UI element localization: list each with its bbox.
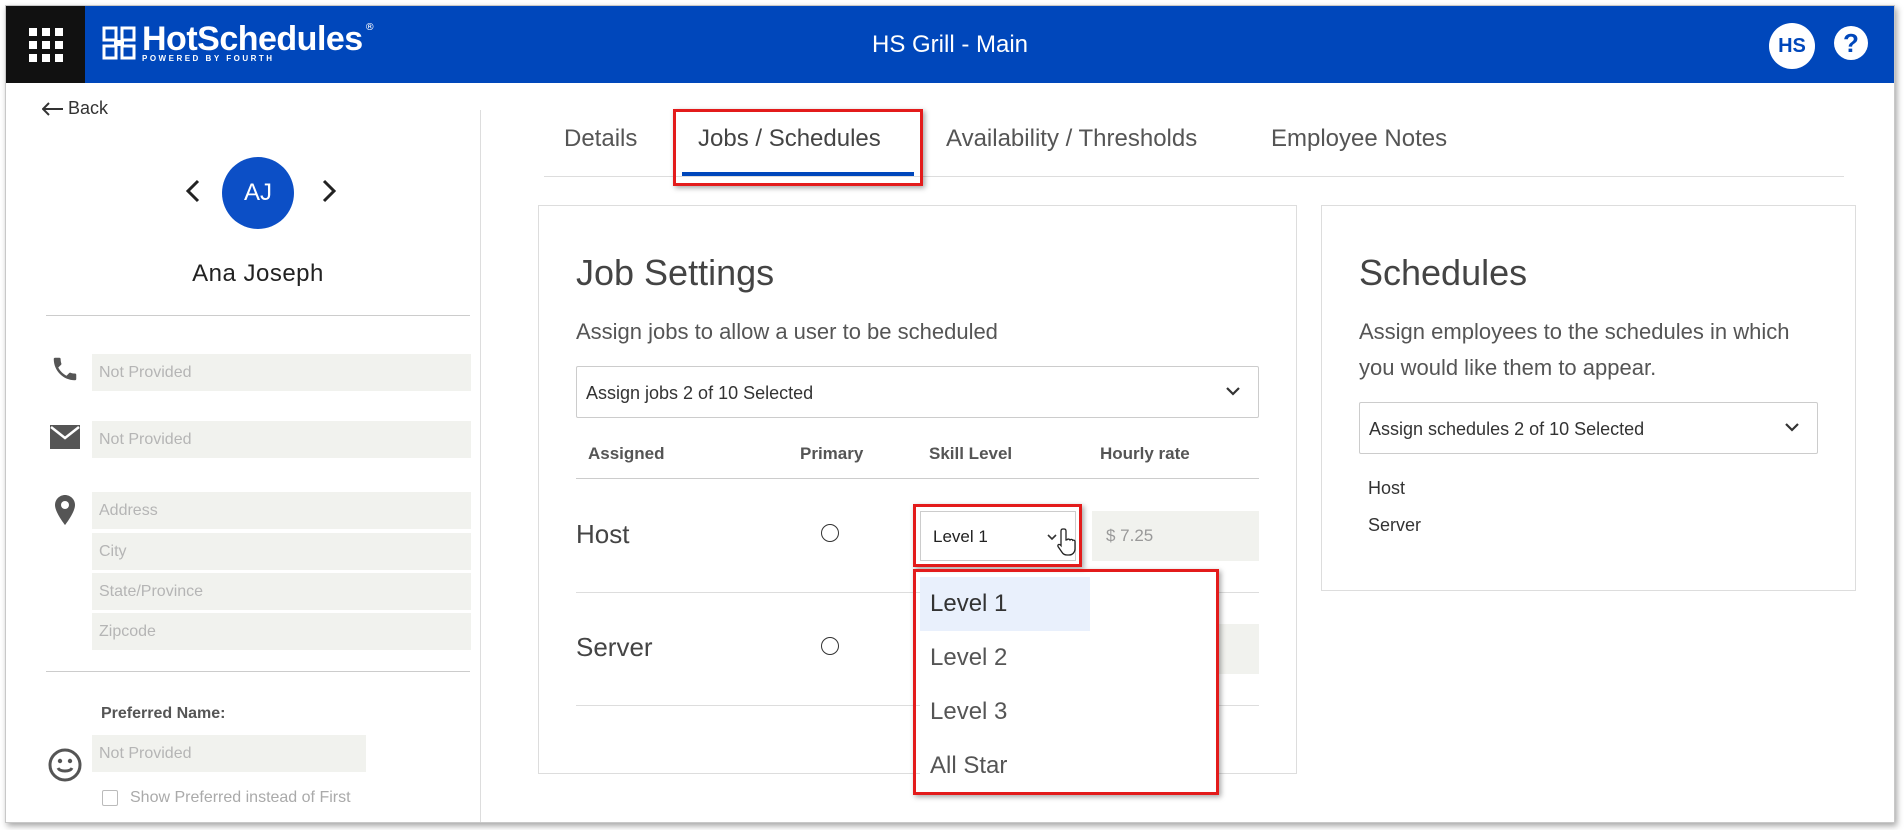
column-primary: Primary — [800, 444, 864, 463]
zipcode-field[interactable]: Zipcode — [92, 613, 471, 650]
app-grid-icon[interactable] — [6, 6, 85, 83]
show-preferred-label: Show Preferred instead of First — [130, 789, 351, 806]
chevron-left-icon — [185, 179, 200, 203]
schedules-description: Assign employees to the schedules in whi… — [1359, 319, 1790, 380]
address-field[interactable]: Address — [92, 492, 471, 529]
city-field[interactable]: City — [92, 533, 471, 570]
job-settings-title: Job Settings — [576, 252, 775, 293]
chevron-down-icon — [1226, 387, 1240, 396]
hourly-rate-field-server[interactable] — [1216, 624, 1259, 674]
assign-schedules-value: Assign schedules 2 of 10 Selected — [1369, 419, 1645, 439]
schedules-title: Schedules — [1359, 252, 1528, 293]
tab-jobs-schedules[interactable]: Jobs / Schedules — [698, 125, 881, 153]
column-skill-level: Skill Level — [929, 444, 1013, 463]
location-pin-icon — [48, 493, 82, 527]
back-link[interactable]: Back — [42, 98, 108, 119]
arrow-left-icon — [42, 101, 63, 116]
skill-level-value: Level 1 — [933, 527, 988, 546]
job-settings-description: Assign jobs to allow a user to be schedu… — [576, 319, 998, 344]
user-avatar[interactable]: HS — [1769, 23, 1815, 69]
schedule-item-server: Server — [1368, 515, 1422, 535]
tab-availability-thresholds[interactable]: Availability / Thresholds — [946, 125, 1197, 153]
help-icon[interactable]: ? — [1834, 26, 1868, 60]
previous-employee-button[interactable] — [184, 178, 202, 210]
schedule-item-host: Host — [1368, 478, 1406, 498]
skill-level-dropdown: Level 1 Level 2 Level 3 All Star — [920, 574, 1216, 792]
table-header-divider — [576, 478, 1259, 479]
smiley-icon — [48, 748, 82, 782]
chevron-right-icon — [322, 179, 337, 203]
hand-cursor-icon — [1057, 528, 1076, 556]
job-name-server: Server — [576, 632, 653, 662]
skill-level-select-host[interactable]: Level 1 — [920, 511, 1076, 561]
dropdown-option-level-3[interactable]: Level 3 — [920, 685, 1090, 739]
phone-icon — [48, 352, 82, 386]
top-bar: HotSchedules ® POWERED BY FOURTH HS Grill… — [6, 6, 1894, 83]
employee-avatar: AJ — [222, 157, 294, 229]
tabs-divider — [544, 176, 1844, 177]
app-name: HotSchedules — [142, 20, 363, 58]
email-field[interactable]: Not Provided — [92, 421, 471, 458]
assign-jobs-select[interactable]: Assign jobs 2 of 10 Selected — [576, 366, 1259, 418]
employee-name: Ana Joseph — [192, 260, 324, 287]
assign-schedules-select[interactable]: Assign schedules 2 of 10 Selected — [1359, 402, 1818, 454]
primary-radio-server[interactable] — [821, 637, 839, 655]
assign-jobs-value: Assign jobs 2 of 10 Selected — [586, 383, 814, 403]
column-assigned: Assigned — [588, 444, 665, 463]
show-preferred-checkbox[interactable] — [102, 790, 118, 806]
phone-field[interactable]: Not Provided — [92, 354, 471, 391]
email-icon — [48, 420, 82, 454]
dropdown-option-level-2[interactable]: Level 2 — [920, 631, 1090, 685]
app-window: HotSchedules ® POWERED BY FOURTH HS Grill… — [5, 5, 1895, 823]
logo-mark-icon — [102, 26, 136, 60]
preferred-name-label: Preferred Name: — [101, 705, 226, 722]
primary-radio-host[interactable] — [821, 524, 839, 542]
dropdown-option-level-1[interactable]: Level 1 — [920, 577, 1090, 631]
state-field[interactable]: State/Province — [92, 573, 471, 610]
tab-details[interactable]: Details — [564, 125, 637, 153]
job-name-host: Host — [576, 519, 630, 549]
chevron-down-icon — [1785, 423, 1799, 432]
panel-divider — [480, 110, 481, 822]
tab-employee-notes[interactable]: Employee Notes — [1271, 125, 1447, 153]
dropdown-option-all-star[interactable]: All Star — [920, 739, 1090, 793]
app-tagline: POWERED BY FOURTH — [142, 54, 275, 63]
hotschedules-logo[interactable]: HotSchedules ® POWERED BY FOURTH — [102, 20, 375, 63]
next-employee-button[interactable] — [320, 178, 338, 210]
divider — [46, 315, 470, 316]
divider — [46, 671, 470, 672]
active-tab-indicator — [682, 172, 914, 176]
column-hourly-rate: Hourly rate — [1100, 444, 1190, 463]
preferred-name-field[interactable]: Not Provided — [92, 735, 366, 772]
back-label: Back — [68, 98, 109, 118]
hourly-rate-field-host[interactable]: $ 7.25 — [1092, 511, 1259, 561]
